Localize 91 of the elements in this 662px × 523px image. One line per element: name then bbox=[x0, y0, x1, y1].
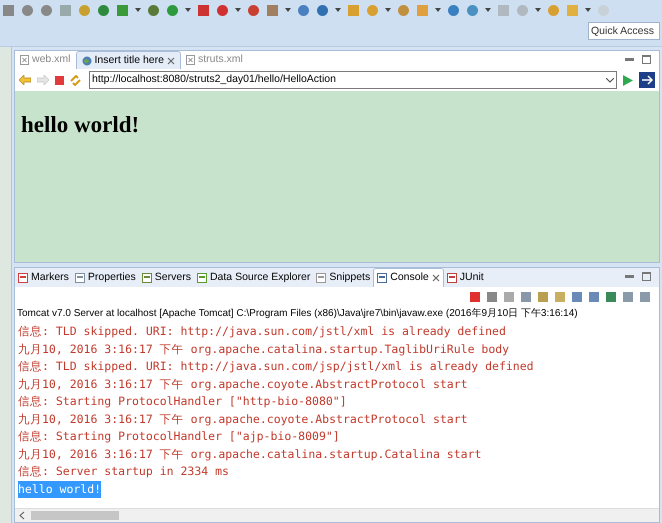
toolbar-icon[interactable] bbox=[366, 4, 379, 16]
view-icon bbox=[377, 273, 388, 283]
maximize-icon[interactable] bbox=[642, 272, 651, 281]
editor-tab[interactable]: struts.xml bbox=[180, 51, 248, 69]
console-line: 信息: TLD skipped. URI: http://java.sun.com/jsp/jstl/xml is already defined bbox=[18, 358, 534, 375]
panel-tab[interactable]: Console bbox=[373, 268, 444, 287]
back-arrow-icon[interactable] bbox=[19, 75, 31, 85]
scroll-left-icon[interactable] bbox=[17, 511, 27, 520]
globe-icon bbox=[82, 56, 92, 66]
toolbar-icon[interactable] bbox=[147, 4, 160, 16]
view-icon bbox=[446, 272, 457, 282]
toolbar-icon[interactable] bbox=[547, 4, 560, 16]
panel-tab[interactable]: Snippets bbox=[313, 268, 374, 287]
dropdown-caret-icon[interactable] bbox=[585, 8, 591, 12]
console-title: Tomcat v7.0 Server at localhost [Apache Tomcat] C:\Program Files (x86)\Java\jre7\bin\javaw.exe (2016年9月10日 下午3:16:14) bbox=[16, 307, 579, 321]
toolbar-icon[interactable] bbox=[216, 4, 229, 16]
toolbar-icon[interactable] bbox=[247, 4, 260, 16]
console-tool-icon[interactable] bbox=[520, 291, 532, 303]
view-icon bbox=[196, 272, 207, 282]
dropdown-caret-icon bbox=[606, 78, 614, 82]
console-tool-icon[interactable] bbox=[486, 291, 498, 303]
dropdown-caret-icon[interactable] bbox=[235, 8, 241, 12]
toolbar-icon[interactable] bbox=[78, 4, 91, 16]
console-line: 信息: TLD skipped. URI: http://java.sun.com/jstl/xml is already defined bbox=[18, 323, 506, 340]
toolbar-icon[interactable] bbox=[59, 4, 72, 16]
dropdown-caret-icon[interactable] bbox=[435, 8, 441, 12]
dropdown-caret-icon[interactable] bbox=[485, 8, 491, 12]
quick-access-field[interactable]: Quick Access bbox=[588, 22, 660, 40]
forward-arrow-icon[interactable] bbox=[37, 75, 49, 85]
close-icon[interactable] bbox=[166, 56, 175, 64]
stop-icon[interactable] bbox=[55, 76, 64, 84]
toolbar-icon[interactable] bbox=[197, 4, 210, 16]
console-line: 信息: Server startup in 2334 ms bbox=[18, 463, 229, 480]
toolbar-icon[interactable] bbox=[266, 4, 279, 16]
toolbar-icon[interactable] bbox=[40, 4, 53, 16]
minimize-icon[interactable] bbox=[625, 55, 634, 64]
toolbar-icon[interactable] bbox=[116, 4, 129, 16]
dropdown-caret-icon[interactable] bbox=[285, 8, 291, 12]
close-icon[interactable] bbox=[432, 274, 440, 282]
panel-tab[interactable]: Servers bbox=[138, 268, 194, 287]
toolbar-icon[interactable] bbox=[21, 4, 34, 16]
toolbar-icon[interactable] bbox=[97, 4, 110, 16]
console-tool-icon[interactable] bbox=[503, 291, 515, 303]
panel-tab[interactable]: Markers bbox=[15, 268, 72, 287]
editor-tab[interactable]: web.xml bbox=[15, 51, 76, 69]
toolbar-icon[interactable] bbox=[166, 4, 179, 16]
console-tool-icon[interactable] bbox=[605, 291, 617, 303]
toolbar-icon[interactable] bbox=[416, 4, 429, 16]
console-tool-icon[interactable] bbox=[622, 291, 634, 303]
refresh-icon[interactable] bbox=[70, 74, 81, 86]
view-icon bbox=[316, 272, 326, 282]
console-tool-icon[interactable] bbox=[571, 291, 583, 303]
toolbar-icon[interactable] bbox=[297, 4, 310, 16]
dropdown-caret-icon[interactable] bbox=[385, 8, 391, 12]
dropdown-caret-icon[interactable] bbox=[535, 8, 541, 12]
console-line: 信息: Starting ProtocolHandler ["ajp-bio-8009"] bbox=[18, 428, 340, 445]
go-icon[interactable] bbox=[623, 74, 633, 86]
editor-tab[interactable]: Insert title here bbox=[76, 51, 181, 69]
panel-tab[interactable]: Properties bbox=[72, 268, 139, 287]
toolbar-icon[interactable] bbox=[447, 4, 460, 16]
file-icon bbox=[186, 55, 195, 65]
dropdown-caret-icon[interactable] bbox=[185, 8, 191, 12]
view-icon bbox=[74, 272, 85, 282]
dropdown-caret-icon[interactable] bbox=[135, 8, 141, 12]
panel-tab[interactable]: Data Source Explorer bbox=[194, 268, 314, 287]
dropdown-caret-icon[interactable] bbox=[335, 8, 341, 12]
file-icon bbox=[20, 55, 29, 65]
toolbar-icon[interactable] bbox=[397, 4, 410, 16]
toolbar-icon[interactable] bbox=[466, 4, 479, 16]
console-line: 九月10, 2016 3:16:17 下午 org.apache.coyote.AbstractProtocol start bbox=[18, 376, 468, 392]
toolbar-icon[interactable] bbox=[347, 4, 360, 16]
toolbar-icon[interactable] bbox=[2, 4, 15, 16]
console-line: 九月10, 2016 3:16:17 下午 org.apache.catalina.startup.TaglibUriRule body bbox=[18, 340, 510, 358]
scrollbar-thumb[interactable] bbox=[31, 511, 119, 520]
console-tool-icon[interactable] bbox=[469, 291, 481, 303]
console-tool-icon[interactable] bbox=[639, 291, 651, 303]
browser-icon[interactable] bbox=[639, 72, 655, 88]
minimize-icon[interactable] bbox=[625, 272, 634, 281]
url-field[interactable]: http://localhost:8080/struts2_day01/hello/HelloAction bbox=[89, 71, 617, 89]
maximize-icon[interactable] bbox=[642, 55, 651, 64]
page-heading: hello world! bbox=[21, 113, 140, 136]
console-tool-icon[interactable] bbox=[554, 291, 566, 303]
console-line: 信息: Starting ProtocolHandler ["http-bio-8080"] bbox=[18, 393, 347, 410]
view-icon bbox=[18, 272, 28, 282]
toolbar-icon[interactable] bbox=[316, 4, 329, 16]
console-tool-icon[interactable] bbox=[588, 291, 600, 303]
view-icon bbox=[142, 272, 152, 282]
console-line: 九月10, 2016 3:16:17 下午 org.apache.coyote.AbstractProtocol start bbox=[18, 410, 468, 428]
console-tool-icon[interactable] bbox=[537, 291, 549, 303]
panel-tab[interactable]: JUnit bbox=[444, 268, 487, 287]
console-line: 九月10, 2016 3:16:17 下午 org.apache.catalina.startup.Catalina start bbox=[18, 446, 482, 462]
